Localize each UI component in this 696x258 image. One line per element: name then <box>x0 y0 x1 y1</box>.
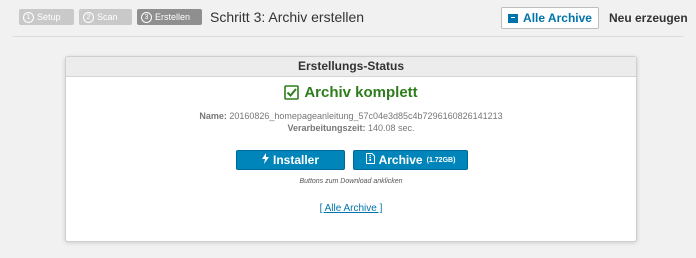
status-message: Archiv komplett <box>66 84 636 101</box>
divider <box>12 36 684 37</box>
installer-label: Installer <box>272 153 320 167</box>
step-label: Setup <box>37 12 61 22</box>
step-number-icon: 3 <box>141 11 152 23</box>
all-archives-link[interactable]: [ Alle Archive ] <box>66 203 636 214</box>
download-hint: Buttons zum Download anklicken <box>299 178 403 185</box>
wizard-steps: 1 Setup 2 Scan 3 Erstellen <box>19 9 202 25</box>
step-label: Scan <box>97 12 118 22</box>
installer-download-button[interactable]: Installer <box>236 150 345 170</box>
step-scan[interactable]: 2 Scan <box>79 9 132 25</box>
page-title: Schritt 3: Archiv erstellen <box>210 9 365 25</box>
name-label: Name: <box>199 111 227 121</box>
new-create-link[interactable]: Neu erzeugen <box>609 11 688 25</box>
archive-name-row: Name: 20160826_homepageanleitung_57c04e3… <box>66 111 636 121</box>
status-text: Archiv komplett <box>304 84 418 101</box>
step-erstellen[interactable]: 3 Erstellen <box>137 9 202 25</box>
name-value: 20160826_homepageanleitung_57c04e3d85c4b… <box>229 111 503 121</box>
archive-size: (1.72GB) <box>426 156 456 164</box>
archive-box-icon <box>508 13 519 23</box>
step-label: Erstellen <box>155 12 191 22</box>
step-number-icon: 2 <box>83 11 94 23</box>
time-label: Verarbeitungszeit: <box>287 123 366 133</box>
bolt-icon <box>261 153 269 167</box>
all-archives-label: Alle Archive <box>523 11 592 25</box>
zip-file-icon <box>365 153 375 167</box>
panel-title: Erstellungs-Status <box>66 57 636 77</box>
checkmark-icon <box>284 85 300 100</box>
top-bar: 1 Setup 2 Scan 3 Erstellen Schritt 3: Ar… <box>0 0 696 36</box>
step-setup[interactable]: 1 Setup <box>19 9 74 25</box>
step-number-icon: 1 <box>23 11 34 23</box>
archive-label: Archive <box>378 153 423 167</box>
time-value: 140.08 sec. <box>368 123 415 133</box>
all-archives-button[interactable]: Alle Archive <box>501 7 599 29</box>
processing-time-row: Verarbeitungszeit: 140.08 sec. <box>66 123 636 133</box>
status-panel: Erstellungs-Status Archiv komplett Name:… <box>65 56 637 242</box>
archive-download-button[interactable]: Archive (1.72GB) <box>353 150 468 170</box>
